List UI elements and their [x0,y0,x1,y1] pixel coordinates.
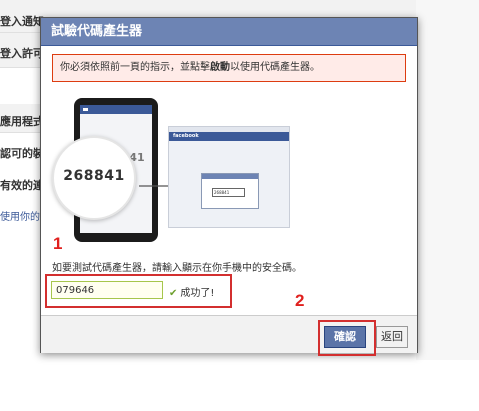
code-generator-dialog: 試驗代碼產生器 你必須依照前一頁的指示，並點擊啟動以使用代碼產生器。 8841 … [40,17,418,356]
success-text: 成功了! [180,288,215,299]
dialog-footer: 確認 返回 [41,315,417,356]
phone-menu-bar [80,105,152,114]
code-input-highlight: ✔成功了! [45,274,232,308]
code-generator-illustration: 8841 268841 facebook 268841 [41,88,417,258]
menu-icon [83,108,88,111]
security-code-input[interactable] [51,281,163,299]
settings-row-recognized-devices[interactable]: 認可的裝置 [0,145,44,161]
error-text-bold: 啟動 [210,62,230,73]
error-text-before: 你必須依照前一頁的指示，並點擊 [60,62,210,73]
settings-row-app-passwords[interactable]: 應用程式密 [0,113,44,129]
instruction-text: 如要測試代碼產生器，請輸入顯示在你手機中的安全碼。 [52,263,302,274]
browser-brand: facebook [169,132,289,141]
checkmark-icon: ✔ [169,288,178,299]
error-text-after: 以使用代碼產生器。 [230,62,320,73]
confirm-button[interactable]: 確認 [324,326,366,348]
inner-dialog: 268841 [201,173,259,209]
settings-right-area [416,0,479,360]
settings-row-active-sessions[interactable]: 有效的連線 [0,177,44,193]
inner-dialog-bar [202,174,258,179]
settings-row-link[interactable]: 使用你的帳 [0,208,44,223]
back-button[interactable]: 返回 [376,326,408,348]
success-message: ✔ 成功了! [169,284,214,299]
dialog-title: 試驗代碼產生器 [41,18,417,46]
error-message: 你必須依照前一頁的指示，並點擊啟動以使用代碼產生器。 [52,54,406,82]
settings-row-login-notification[interactable]: 登入通知 [0,13,44,29]
settings-row-login-approval[interactable]: 登入許可 [0,45,44,61]
inner-code-input: 268841 [212,188,245,197]
step-marker-1: 1 [53,234,63,253]
browser-illustration: facebook 268841 [168,126,290,228]
magnified-code: 268841 [63,168,125,184]
magnifier-circle: 268841 [52,136,136,220]
step-marker-2: 2 [295,291,305,310]
